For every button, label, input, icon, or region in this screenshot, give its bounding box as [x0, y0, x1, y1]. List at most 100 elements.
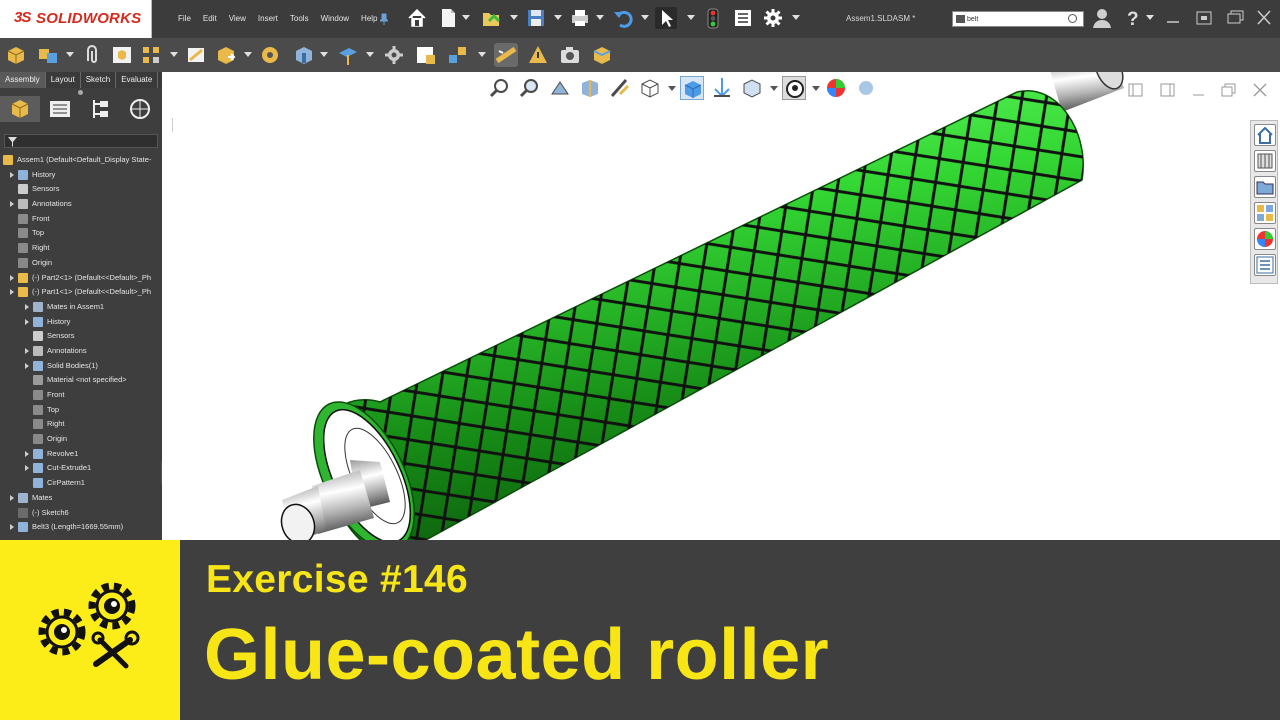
- design-library-icon[interactable]: [1254, 150, 1276, 172]
- options-gear-icon[interactable]: [762, 7, 784, 29]
- assembly-features-icon[interactable]: [292, 43, 316, 67]
- expand-arrow-icon[interactable]: [10, 171, 14, 178]
- tree-item[interactable]: Right: [0, 417, 162, 432]
- menu-window[interactable]: Window: [315, 12, 355, 26]
- home-icon[interactable]: [406, 7, 428, 29]
- expand-arrow-icon[interactable]: [25, 303, 29, 310]
- search-scope-icon[interactable]: [956, 15, 965, 23]
- expand-arrow-icon[interactable]: [25, 362, 29, 369]
- expand-arrow-icon[interactable]: [10, 274, 14, 281]
- tab-configurationmanager[interactable]: [80, 96, 120, 122]
- user-account-icon[interactable]: [1091, 7, 1113, 29]
- tree-item[interactable]: Front: [0, 212, 162, 227]
- instant3d-icon[interactable]: [494, 43, 518, 67]
- mate-icon[interactable]: [36, 43, 60, 67]
- new-document-icon[interactable]: [437, 7, 459, 29]
- exploded-view-icon[interactable]: [446, 43, 470, 67]
- custom-properties-icon[interactable]: [1254, 254, 1276, 276]
- update-speedpak-icon[interactable]: [526, 43, 550, 67]
- tree-item[interactable]: Origin: [0, 432, 162, 447]
- close-icon[interactable]: [1253, 8, 1275, 28]
- tree-item[interactable]: Front: [0, 388, 162, 403]
- tree-item[interactable]: Belt3 (Length=1669.55mm): [0, 520, 162, 535]
- component-preview-icon[interactable]: [110, 43, 134, 67]
- tree-item[interactable]: Material <not specified>: [0, 373, 162, 388]
- tab-sketch[interactable]: Sketch: [81, 72, 117, 88]
- menu-tools[interactable]: Tools: [284, 12, 315, 26]
- save-icon[interactable]: [525, 7, 547, 29]
- rebuild-traffic-light-icon[interactable]: [702, 7, 724, 29]
- appearances-scenes-decals-icon[interactable]: [1254, 228, 1276, 250]
- search-box[interactable]: [952, 11, 1084, 27]
- roller-model[interactable]: [162, 72, 1280, 540]
- tree-item[interactable]: Mates in Assem1: [0, 300, 162, 315]
- tab-featuremanager[interactable]: [0, 96, 40, 122]
- tree-item[interactable]: Sensors: [0, 329, 162, 344]
- menu-insert[interactable]: Insert: [252, 12, 284, 26]
- tree-item[interactable]: Sensors: [0, 182, 162, 197]
- bill-of-materials-icon[interactable]: [414, 43, 438, 67]
- expand-arrow-icon[interactable]: [10, 524, 14, 531]
- tree-item[interactable]: Cut-Extrude1: [0, 461, 162, 476]
- expand-arrow-icon[interactable]: [25, 450, 29, 457]
- new-dropdown-icon[interactable]: [462, 15, 470, 20]
- options-dropdown-icon[interactable]: [792, 15, 800, 20]
- solidworks-resources-icon[interactable]: [1254, 124, 1276, 146]
- linear-pattern-icon[interactable]: [140, 43, 164, 67]
- tab-layout[interactable]: Layout: [46, 72, 81, 88]
- tree-item[interactable]: Top: [0, 403, 162, 418]
- tree-item[interactable]: Revolve1: [0, 447, 162, 462]
- tree-item[interactable]: Assem1 (Default<Default_Display State-: [0, 153, 162, 168]
- new-motion-study-icon[interactable]: [382, 43, 406, 67]
- solidworks-logo[interactable]: 3S SOLIDWORKS: [0, 0, 152, 38]
- pin-icon[interactable]: [378, 12, 390, 25]
- tree-item[interactable]: Top: [0, 226, 162, 241]
- tree-item[interactable]: (-) Part1<1> (Default<<Default>_Ph: [0, 285, 162, 300]
- print-dropdown-icon[interactable]: [596, 15, 604, 20]
- tree-item[interactable]: Solid Bodies(1): [0, 359, 162, 374]
- pattern-dropdown-icon[interactable]: [170, 52, 178, 57]
- menu-view[interactable]: View: [223, 12, 252, 26]
- file-explorer-icon[interactable]: [1254, 176, 1276, 198]
- help-dropdown-icon[interactable]: [1146, 15, 1154, 20]
- tree-item[interactable]: Annotations: [0, 344, 162, 359]
- tab-dimxpertmanager[interactable]: [120, 96, 160, 122]
- select-icon[interactable]: [655, 7, 677, 29]
- expand-arrow-icon[interactable]: [10, 289, 14, 296]
- tree-item[interactable]: CirPattern1: [0, 476, 162, 491]
- smart-fasteners-icon[interactable]: [184, 43, 208, 67]
- tree-item[interactable]: History: [0, 168, 162, 183]
- menu-file[interactable]: File: [172, 12, 197, 26]
- view-palette-icon[interactable]: [1254, 202, 1276, 224]
- expand-arrow-icon[interactable]: [10, 494, 14, 501]
- panel-grip-icon[interactable]: [78, 90, 83, 95]
- move-component-icon[interactable]: [214, 43, 238, 67]
- file-properties-icon[interactable]: [732, 7, 754, 29]
- undo-icon[interactable]: [612, 7, 634, 29]
- tree-item[interactable]: (-) Sketch6: [0, 506, 162, 521]
- tab-assembly[interactable]: Assembly: [0, 72, 46, 88]
- expand-arrow-icon[interactable]: [25, 347, 29, 354]
- tree-item[interactable]: Origin: [0, 256, 162, 271]
- tree-item[interactable]: Right: [0, 241, 162, 256]
- tree-item[interactable]: (-) Part2<1> (Default<<Default>_Ph: [0, 271, 162, 286]
- move-dropdown-icon[interactable]: [244, 52, 252, 57]
- menu-edit[interactable]: Edit: [197, 12, 223, 26]
- show-hidden-components-icon[interactable]: [258, 43, 282, 67]
- tab-evaluate[interactable]: Evaluate: [116, 72, 159, 88]
- save-dropdown-icon[interactable]: [554, 15, 562, 20]
- search-icon[interactable]: [1068, 14, 1077, 23]
- search-input[interactable]: [967, 13, 1067, 25]
- tree-filter[interactable]: [4, 134, 158, 148]
- select-dropdown-icon[interactable]: [687, 15, 695, 20]
- open-dropdown-icon[interactable]: [510, 15, 518, 20]
- paperclip-icon[interactable]: [80, 43, 104, 67]
- insert-components-icon[interactable]: [4, 43, 28, 67]
- features-dropdown-icon[interactable]: [320, 52, 328, 57]
- restore-icon[interactable]: [1193, 8, 1215, 28]
- tree-item[interactable]: History: [0, 315, 162, 330]
- reference-geometry-icon[interactable]: [336, 43, 360, 67]
- graphics-area[interactable]: [162, 72, 1280, 540]
- tree-item[interactable]: Mates: [0, 491, 162, 506]
- open-icon[interactable]: [480, 7, 502, 29]
